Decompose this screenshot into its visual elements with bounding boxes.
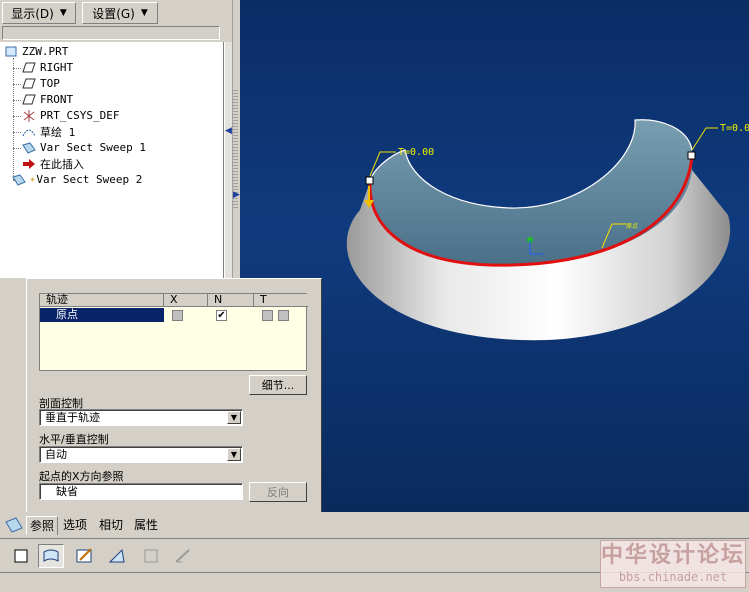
table-header-n: N xyxy=(208,294,254,307)
datum-plane-icon xyxy=(22,62,36,74)
watermark-title: 中华设计论坛 xyxy=(601,542,746,568)
tree-item-label: 在此插入 xyxy=(40,157,84,171)
hv-control-dropdown[interactable]: 自动 ▼ xyxy=(39,446,243,463)
solid-icon xyxy=(14,549,28,563)
table-header-trajectory: 轨迹 xyxy=(40,294,164,307)
solid-button[interactable] xyxy=(8,544,34,568)
t-checkbox-2[interactable] xyxy=(278,310,289,321)
tree-item-label: PRT_CSYS_DEF xyxy=(40,109,120,122)
expand-right-icon[interactable]: ▶ xyxy=(233,190,240,200)
tree-item-sweep-2[interactable]: ✳ Var Sect Sweep 2 xyxy=(12,172,142,187)
table-header-x: X xyxy=(164,294,208,307)
start-x-ref-label: 起点的X方向参照 xyxy=(39,470,124,483)
chevron-down-icon: ▼ xyxy=(140,8,148,18)
tree-item-top[interactable]: TOP xyxy=(22,76,60,91)
sketch-icon xyxy=(22,126,36,138)
label-t0-left: T=0.00 xyxy=(398,147,434,158)
edit-section-icon xyxy=(76,548,92,563)
watermark-url: bbs.chinade.net xyxy=(618,570,728,584)
surface-button[interactable] xyxy=(38,544,64,568)
collapse-left-icon[interactable]: ◀ xyxy=(225,126,232,136)
tab-tangency[interactable]: 相切 xyxy=(96,516,126,535)
tree-item-right[interactable]: RIGHT xyxy=(22,60,73,75)
left-handle[interactable] xyxy=(365,176,374,185)
surface-icon xyxy=(43,549,59,562)
display-menu-label: 显示(D) xyxy=(11,6,54,21)
hv-control-value: 自动 xyxy=(45,448,67,461)
reverse-button[interactable]: 反向 xyxy=(249,482,307,502)
chevron-down-icon: ▼ xyxy=(59,8,67,18)
datum-plane-icon xyxy=(22,94,36,106)
display-menu-button[interactable]: 显示(D) ▼ xyxy=(2,2,76,24)
tree-item-label: 草绘 1 xyxy=(40,125,76,139)
section-control-value: 垂直于轨迹 xyxy=(45,411,100,424)
cut-button[interactable] xyxy=(138,544,164,568)
sweep-icon xyxy=(12,173,26,186)
thicken-button[interactable] xyxy=(104,544,130,568)
thicken-icon xyxy=(108,548,125,563)
tree-item-front[interactable]: FRONT xyxy=(22,92,73,107)
cut-icon xyxy=(144,549,158,563)
t-checkbox[interactable] xyxy=(262,310,273,321)
thin-icon xyxy=(175,549,190,563)
thin-button[interactable] xyxy=(170,544,196,568)
references-panel: 轨迹 X N T 原点 ✔ 细节... 剖面控制 垂直于轨迹 ▼ 水平/垂直控制… xyxy=(26,278,322,514)
x-checkbox[interactable] xyxy=(172,310,183,321)
label-origin: 原点 xyxy=(626,222,638,230)
tree-item-label: ZZW.PRT xyxy=(22,45,69,58)
tree-item-label: Var Sect Sweep 1 xyxy=(40,141,146,154)
watermark: 中华设计论坛 bbs.chinade.net xyxy=(600,540,746,588)
insert-here-arrow-icon xyxy=(22,158,36,170)
settings-menu-label: 设置(G) xyxy=(92,6,135,21)
dashboard-tab-bar: 参照 选项 相切 属性 xyxy=(0,512,749,538)
tab-options[interactable]: 选项 xyxy=(60,516,90,535)
right-handle[interactable] xyxy=(687,151,696,160)
model-tree: ZZW.PRT RIGHT TOP FRONT PRT_CSYS_DEF 草绘 … xyxy=(0,42,224,278)
table-header-t: T xyxy=(254,294,308,307)
table-row[interactable]: 原点 xyxy=(40,308,164,322)
tree-item-label: FRONT xyxy=(40,93,74,106)
tree-item-sketch[interactable]: 草绘 1 xyxy=(22,124,75,139)
settings-menu-button[interactable]: 设置(G) ▼ xyxy=(82,2,158,24)
coordinate-system-icon xyxy=(22,109,36,122)
edit-section-button[interactable] xyxy=(72,544,98,568)
tree-item-part[interactable]: ZZW.PRT xyxy=(4,44,68,59)
tree-item-label: TOP xyxy=(40,77,60,90)
new-feature-star-icon: ✳ xyxy=(30,174,36,185)
sweep-icon xyxy=(22,141,36,154)
tab-references[interactable]: 参照 xyxy=(26,516,59,535)
tree-item-label: RIGHT xyxy=(40,61,74,74)
tree-item-label: Var Sect Sweep 2 xyxy=(36,173,143,186)
label-t0-right: T=0.0 xyxy=(720,123,749,134)
n-checkbox[interactable]: ✔ xyxy=(216,310,227,321)
tree-item-sweep-1[interactable]: Var Sect Sweep 1 xyxy=(22,140,146,155)
chevron-down-icon[interactable]: ▼ xyxy=(227,448,241,461)
part-icon xyxy=(4,46,18,58)
tree-item-csys[interactable]: PRT_CSYS_DEF xyxy=(22,108,119,123)
section-control-dropdown[interactable]: 垂直于轨迹 ▼ xyxy=(39,409,243,426)
trajectory-table: 轨迹 X N T 原点 ✔ xyxy=(39,293,308,371)
tree-header-bar xyxy=(2,26,220,40)
sweep-feature-icon xyxy=(4,516,24,537)
hv-control-label: 水平/垂直控制 xyxy=(39,433,109,446)
tab-properties[interactable]: 属性 xyxy=(131,516,161,535)
detail-button[interactable]: 细节... xyxy=(249,375,307,395)
start-x-ref-field[interactable]: 缺省 xyxy=(39,483,243,500)
chevron-down-icon[interactable]: ▼ xyxy=(227,411,241,424)
datum-plane-icon xyxy=(22,78,36,90)
tree-item-insert-here[interactable]: 在此插入 xyxy=(22,156,84,171)
